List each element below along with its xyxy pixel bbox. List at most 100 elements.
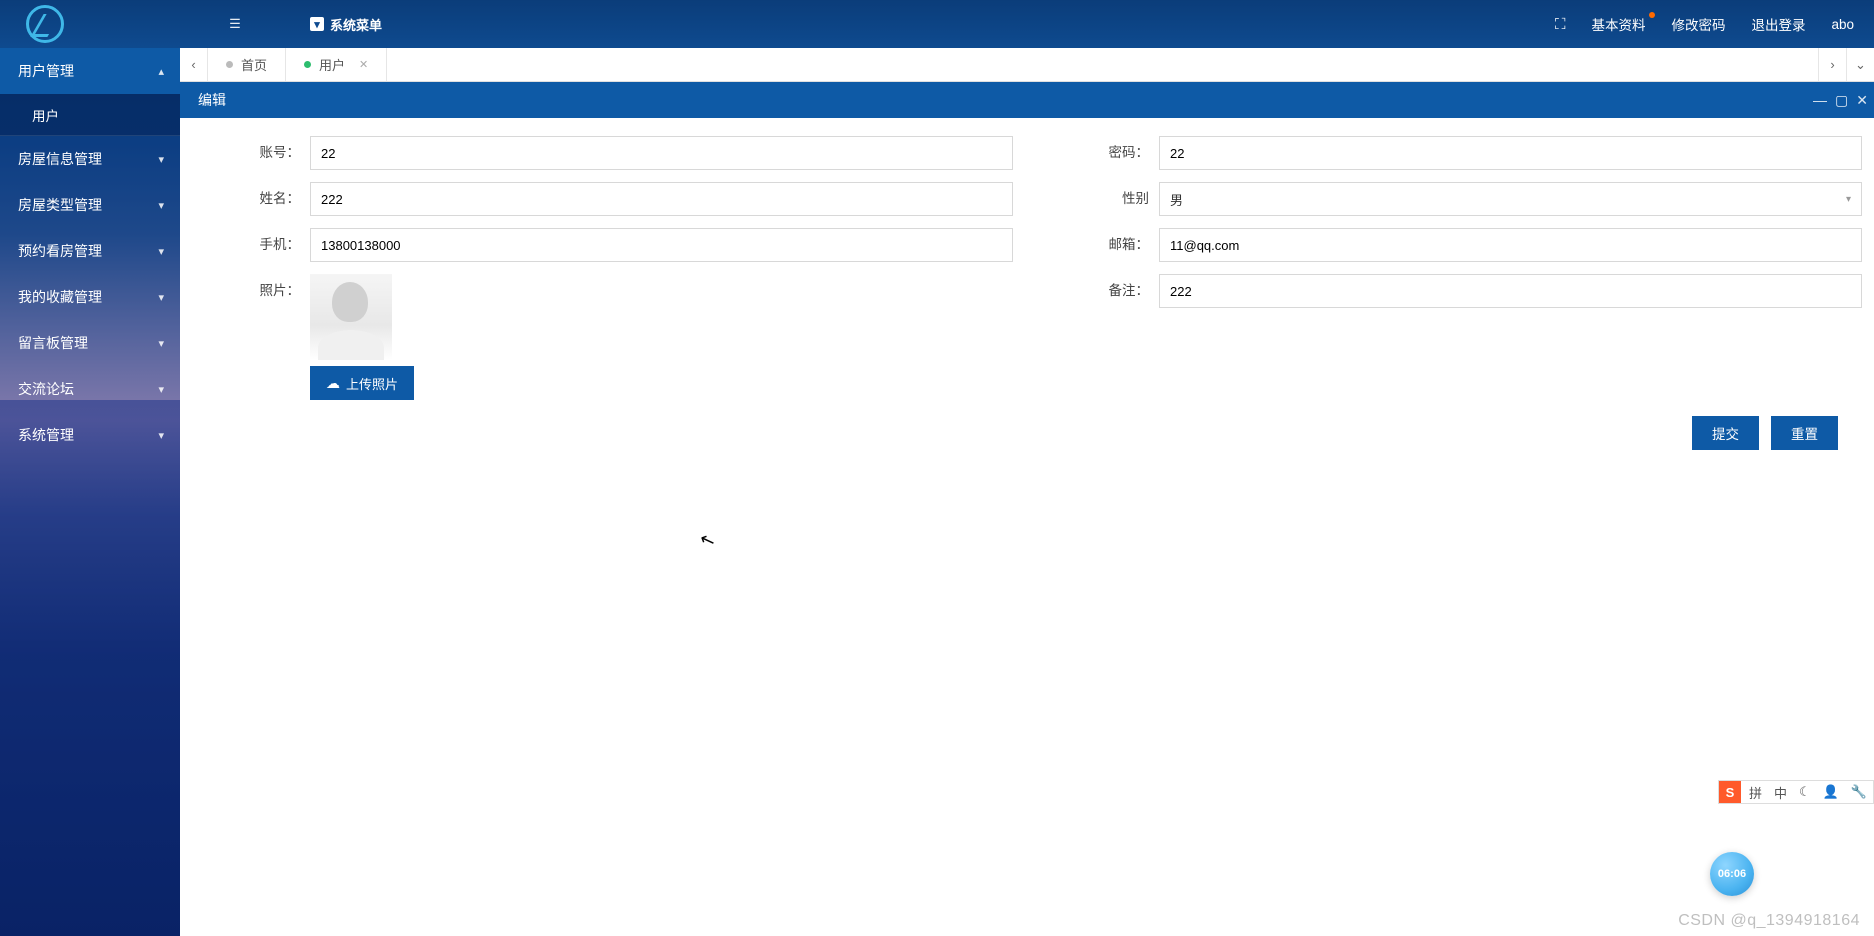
- tab-home[interactable]: 首页: [208, 48, 286, 81]
- field-photo: 照片： ☁ 上传照片: [192, 274, 1013, 400]
- label-name: 姓名：: [192, 182, 310, 216]
- sidebar-item-appointment[interactable]: 预约看房管理 ▾: [0, 228, 180, 274]
- tab-status-dot-icon: [226, 61, 233, 68]
- form-row: 账号： 密码：: [192, 136, 1862, 170]
- panel-header: 编辑 — ▢ ✕: [180, 82, 1874, 118]
- logout-link[interactable]: 退出登录: [1751, 14, 1805, 34]
- sidebar-sub-user[interactable]: 用户: [0, 94, 180, 136]
- remark-input[interactable]: [1159, 274, 1862, 308]
- sidebar-item-label: 系统管理: [18, 425, 74, 445]
- ime-logo-icon[interactable]: S: [1719, 781, 1741, 803]
- system-menu-label: 系统菜单: [330, 15, 382, 34]
- password-input[interactable]: [1159, 136, 1862, 170]
- chevron-down-icon: ▾: [158, 153, 164, 166]
- sidebar-item-label: 预约看房管理: [18, 241, 102, 261]
- sidebar-item-user-mgmt[interactable]: 用户管理 ▴: [0, 48, 180, 94]
- system-menu-button[interactable]: ▾ 系统菜单: [310, 15, 382, 34]
- label-remark: 备注：: [1041, 274, 1159, 308]
- sidebar-item-forum[interactable]: 交流论坛 ▾: [0, 366, 180, 412]
- cloud-upload-icon: ☁: [326, 375, 340, 392]
- upload-photo-button[interactable]: ☁ 上传照片: [310, 366, 414, 400]
- chevron-down-icon: ▾: [158, 337, 164, 350]
- sidebar-toggle-icon[interactable]: ☰: [220, 16, 250, 32]
- menu-icon: ▾: [310, 17, 324, 31]
- ime-person-icon[interactable]: 👤: [1817, 784, 1845, 800]
- label-email: 邮箱：: [1041, 228, 1159, 262]
- field-password: 密码：: [1041, 136, 1862, 170]
- tab-status-dot-icon: [304, 61, 311, 68]
- label-gender: 性别: [1041, 182, 1159, 216]
- sidebar: 用户管理 ▴ 用户 房屋信息管理 ▾ 房屋类型管理 ▾ 预约看房管理 ▾ 我的收…: [0, 48, 180, 936]
- fullscreen-icon[interactable]: ⛶: [1555, 16, 1566, 33]
- avatar-image: [310, 274, 392, 360]
- username-label[interactable]: abo: [1831, 17, 1854, 32]
- account-input[interactable]: [310, 136, 1013, 170]
- tab-more-icon[interactable]: ⌄: [1846, 48, 1874, 81]
- sidebar-item-favorites[interactable]: 我的收藏管理 ▾: [0, 274, 180, 320]
- chevron-down-icon: ▾: [158, 199, 164, 212]
- maximize-icon[interactable]: ▢: [1835, 92, 1848, 109]
- tab-label: 首页: [241, 55, 267, 74]
- chevron-down-icon: ▾: [158, 291, 164, 304]
- sidebar-item-label: 房屋类型管理: [18, 195, 102, 215]
- header-right: ⛶ 基本资料 修改密码 退出登录 abo: [1555, 14, 1854, 34]
- field-phone: 手机：: [192, 228, 1013, 262]
- ime-moon-icon[interactable]: ☾: [1793, 784, 1817, 800]
- reset-button[interactable]: 重置: [1771, 416, 1838, 450]
- logo: [0, 5, 90, 43]
- window-controls: — ▢ ✕: [1813, 92, 1868, 109]
- watermark-text: CSDN @q_1394918164: [1678, 912, 1860, 930]
- change-password-link[interactable]: 修改密码: [1671, 14, 1725, 34]
- profile-link[interactable]: 基本资料: [1591, 14, 1645, 34]
- sidebar-item-label: 交流论坛: [18, 379, 74, 399]
- close-icon[interactable]: ✕: [359, 58, 368, 71]
- form-row: 照片： ☁ 上传照片 备注：: [192, 274, 1862, 400]
- sidebar-item-message-board[interactable]: 留言板管理 ▾: [0, 320, 180, 366]
- sidebar-item-house-info[interactable]: 房屋信息管理 ▾: [0, 136, 180, 182]
- panel-title: 编辑: [198, 90, 226, 110]
- email-input[interactable]: [1159, 228, 1862, 262]
- edit-form: 账号： 密码： 姓名： 性别 男 ▾: [180, 118, 1874, 472]
- label-account: 账号：: [192, 136, 310, 170]
- field-account: 账号：: [192, 136, 1013, 170]
- label-password: 密码：: [1041, 136, 1159, 170]
- upload-label: 上传照片: [346, 374, 398, 393]
- submit-button[interactable]: 提交: [1692, 416, 1759, 450]
- sidebar-item-label: 房屋信息管理: [18, 149, 102, 169]
- chevron-down-icon: ▾: [158, 245, 164, 258]
- close-icon[interactable]: ✕: [1856, 92, 1868, 109]
- sidebar-item-label: 我的收藏管理: [18, 287, 102, 307]
- sidebar-item-house-type[interactable]: 房屋类型管理 ▾: [0, 182, 180, 228]
- ime-wrench-icon[interactable]: 🔧: [1845, 784, 1873, 800]
- label-phone: 手机：: [192, 228, 310, 262]
- name-input[interactable]: [310, 182, 1013, 216]
- field-gender: 性别 男 ▾: [1041, 182, 1862, 216]
- tab-scroll-right[interactable]: ›: [1818, 48, 1846, 81]
- main-area: ‹ 首页 用户 ✕ › ⌄ 编辑 — ▢ ✕ 账号： 密码：: [180, 48, 1874, 936]
- ime-pin[interactable]: 拼: [1743, 783, 1768, 802]
- form-row: 姓名： 性别 男 ▾: [192, 182, 1862, 216]
- tab-scroll-left[interactable]: ‹: [180, 48, 208, 81]
- sidebar-sub-label: 用户: [32, 105, 59, 125]
- notification-dot-icon: [1649, 12, 1655, 18]
- field-name: 姓名：: [192, 182, 1013, 216]
- top-header: ☰ ▾ 系统菜单 ⛶ 基本资料 修改密码 退出登录 abo: [0, 0, 1874, 48]
- sidebar-item-system[interactable]: 系统管理 ▾: [0, 412, 180, 458]
- tab-user[interactable]: 用户 ✕: [286, 48, 387, 81]
- ime-zh[interactable]: 中: [1768, 783, 1793, 802]
- gender-value: 男: [1170, 190, 1183, 209]
- chevron-down-icon: ▾: [1846, 194, 1851, 205]
- field-remark: 备注：: [1041, 274, 1862, 400]
- chevron-down-icon: ▾: [158, 429, 164, 442]
- tab-label: 用户: [319, 55, 345, 74]
- form-actions: 提交 重置: [192, 412, 1862, 454]
- label-photo: 照片：: [192, 274, 310, 308]
- chevron-up-icon: ▴: [158, 65, 164, 78]
- minimize-icon[interactable]: —: [1813, 92, 1827, 108]
- photo-preview: [310, 274, 392, 360]
- sidebar-item-label: 用户管理: [18, 61, 74, 81]
- phone-input[interactable]: [310, 228, 1013, 262]
- gender-select[interactable]: 男 ▾: [1159, 182, 1862, 216]
- ime-bar: S 拼 中 ☾ 👤 🔧: [1718, 780, 1874, 804]
- sidebar-item-label: 留言板管理: [18, 333, 88, 353]
